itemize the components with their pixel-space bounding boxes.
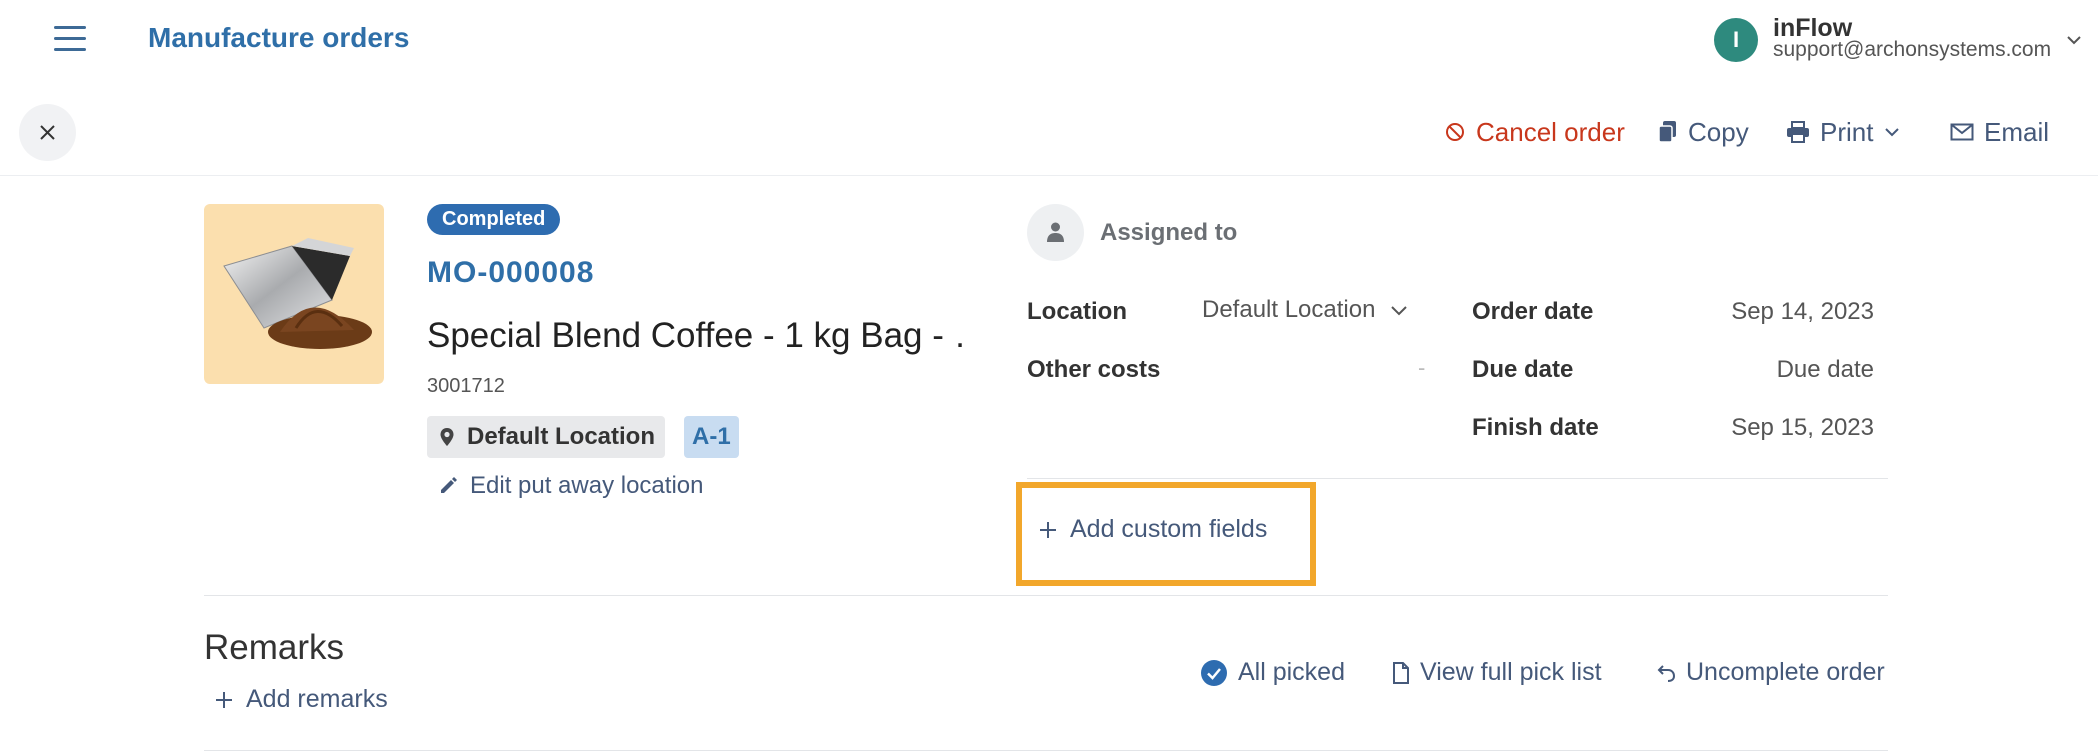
- top-bar: Manufacture orders I inFlow support@arch…: [0, 0, 2098, 78]
- undo-icon: [1657, 664, 1676, 682]
- plus-icon: [216, 691, 232, 708]
- add-custom-fields-button[interactable]: Add custom fields: [1038, 515, 1267, 544]
- divider: [204, 595, 1888, 596]
- edit-put-away-location-link[interactable]: Edit put away location: [438, 472, 703, 500]
- print-label: Print: [1820, 116, 1874, 147]
- document-icon: [1393, 661, 1409, 684]
- close-button[interactable]: [19, 104, 76, 161]
- print-button[interactable]: Print: [1786, 116, 1901, 148]
- pencil-icon: [441, 477, 457, 493]
- location-select-value: Default Location: [1202, 296, 1376, 323]
- email-label: Email: [1984, 116, 2050, 147]
- product-name[interactable]: Special Blend Coffee - 1 kg Bag - …: [427, 316, 967, 356]
- chevron-down-icon: [1391, 306, 1408, 316]
- user-menu[interactable]: I inFlow support@archonsystems.com: [1714, 14, 2084, 64]
- plus-icon: [1040, 521, 1056, 538]
- add-custom-fields-label: Add custom fields: [1070, 515, 1268, 543]
- coffee-bag-image: [223, 238, 372, 349]
- chevron-down-icon[interactable]: [2064, 30, 2084, 50]
- chevron-down-icon: [1885, 128, 1900, 137]
- sublocation-chip: A-1: [684, 416, 739, 458]
- page-title: Manufacture orders: [148, 22, 410, 53]
- location-select[interactable]: Default Location: [1202, 296, 1409, 324]
- divider: [1027, 478, 1888, 479]
- view-pick-list-button[interactable]: View full pick list: [1392, 658, 1602, 687]
- product-sku: 3001712: [427, 375, 505, 397]
- other-costs-value[interactable]: -: [1418, 355, 1425, 381]
- location-chip-label: Default Location: [467, 423, 656, 450]
- edit-put-away-label: Edit put away location: [470, 472, 704, 499]
- action-bar: Cancel order Copy Print Email: [0, 96, 2098, 176]
- printer-icon: [1787, 121, 1809, 143]
- avatar: I: [1714, 18, 1758, 62]
- mail-icon: [1950, 123, 1974, 141]
- cancel-order-button[interactable]: Cancel order: [1444, 116, 1625, 148]
- finish-date-label: Finish date: [1472, 414, 1599, 441]
- location-label: Location: [1027, 298, 1127, 325]
- remarks-heading: Remarks: [204, 628, 345, 667]
- close-icon: [40, 125, 55, 140]
- order-date-label: Order date: [1472, 298, 1594, 325]
- finish-date-value[interactable]: Sep 15, 2023: [1731, 414, 1874, 442]
- cancel-order-label: Cancel order: [1476, 116, 1625, 147]
- all-picked-button[interactable]: All picked: [1200, 658, 1345, 687]
- assign-user-button[interactable]: [1027, 204, 1084, 261]
- uncomplete-order-label: Uncomplete order: [1686, 658, 1885, 686]
- add-remarks-button[interactable]: Add remarks: [214, 685, 388, 714]
- order-date-value[interactable]: Sep 14, 2023: [1731, 298, 1874, 326]
- email-button[interactable]: Email: [1950, 116, 2049, 148]
- product-image: [204, 204, 384, 384]
- divider: [204, 750, 1888, 751]
- copy-icon: [1658, 121, 1676, 143]
- uncomplete-order-button[interactable]: Uncomplete order: [1654, 658, 1885, 687]
- assigned-to-label[interactable]: Assigned to: [1100, 219, 1237, 247]
- view-pick-list-label: View full pick list: [1420, 658, 1602, 686]
- status-badge: Completed: [427, 204, 561, 235]
- due-date-label: Due date: [1472, 356, 1574, 383]
- all-picked-label: All picked: [1238, 658, 1345, 686]
- copy-button[interactable]: Copy: [1658, 116, 1749, 148]
- location-chip: Default Location: [427, 416, 666, 458]
- cancel-icon: [1446, 123, 1464, 141]
- due-date-field[interactable]: Due date: [1777, 356, 1874, 384]
- add-remarks-label: Add remarks: [246, 685, 388, 713]
- order-number: MO-000008: [427, 256, 595, 289]
- check-circle-icon: [1201, 659, 1227, 686]
- copy-label: Copy: [1688, 116, 1749, 147]
- hamburger-menu-icon[interactable]: [54, 26, 86, 52]
- other-costs-label: Other costs: [1027, 356, 1161, 383]
- user-icon: [1047, 222, 1064, 242]
- location-pin-icon: [440, 428, 454, 446]
- user-email: support@archonsystems.com: [1773, 38, 2052, 61]
